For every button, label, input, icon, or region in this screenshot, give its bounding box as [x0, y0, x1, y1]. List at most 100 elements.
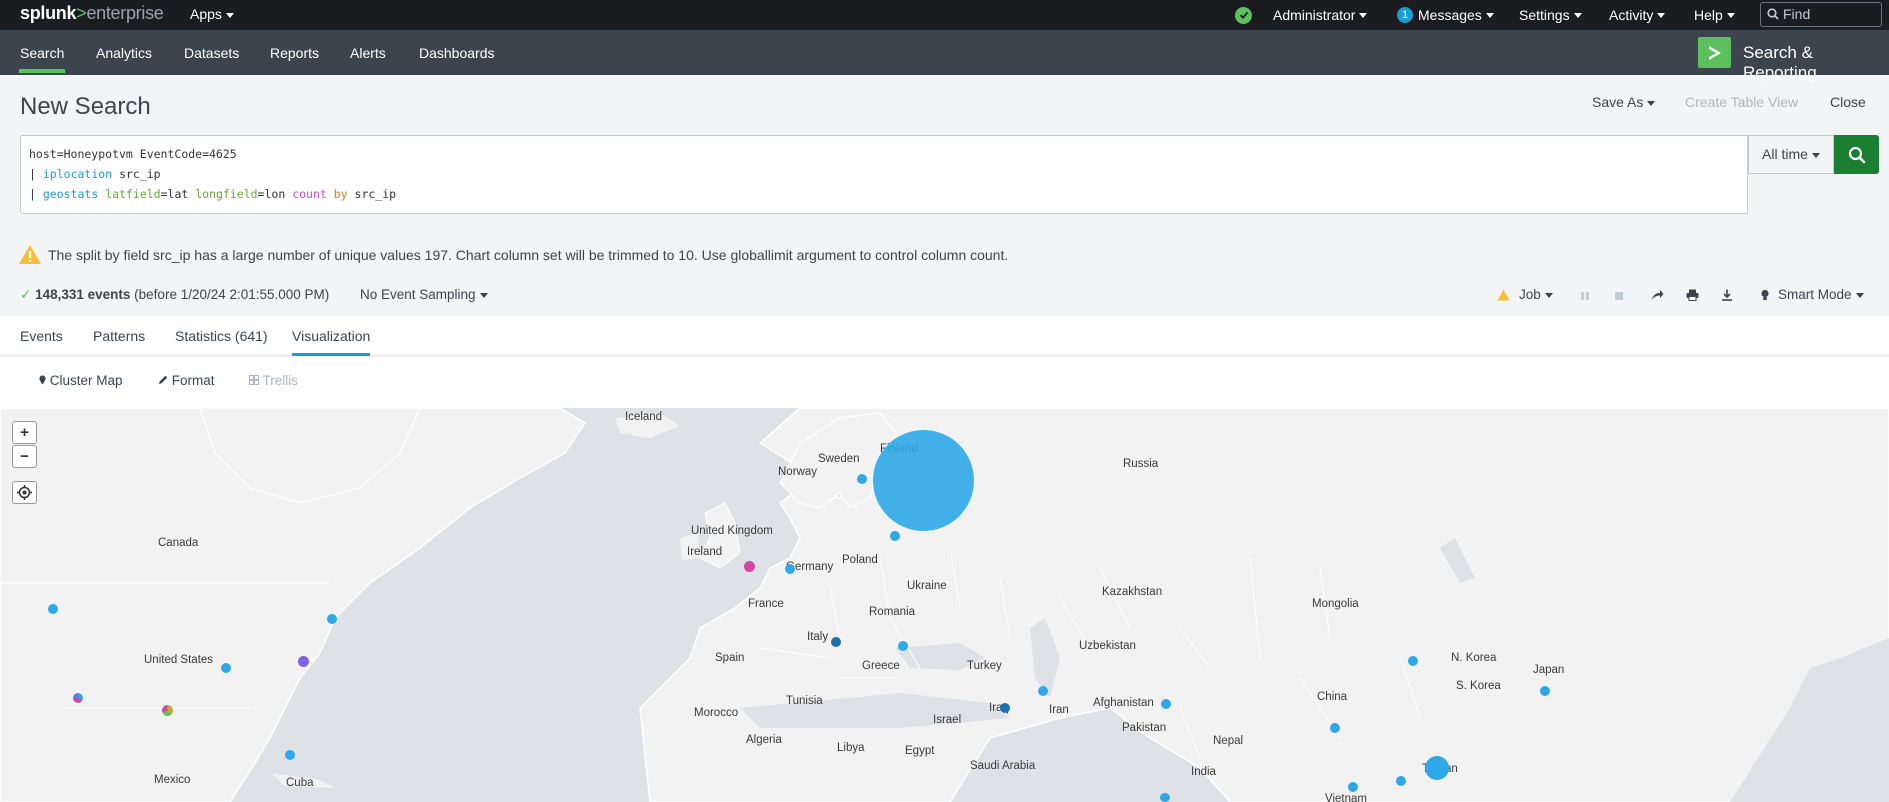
cluster-marker[interactable] [327, 614, 337, 624]
result-tabs: Events Patterns Statistics (641) Visuali… [0, 316, 1889, 356]
cluster-marker[interactable] [785, 564, 795, 574]
mode-bulb-icon [1761, 289, 1769, 300]
help-menu[interactable]: Help [1694, 0, 1735, 30]
cluster-marker[interactable] [1330, 723, 1340, 733]
cluster-marker[interactable] [1408, 656, 1418, 666]
cluster-marker-medium[interactable] [1425, 756, 1449, 780]
print-icon[interactable] [1686, 289, 1699, 301]
cluster-marker[interactable] [221, 663, 231, 673]
query-line-3: | geostats latfield=lat longfield=lon co… [29, 184, 1739, 204]
save-as-button[interactable]: Save As [1592, 94, 1656, 110]
top-bar: splunk>enterprise Apps Administrator 1 Me… [0, 0, 1889, 30]
visualization-type-picker[interactable]: Cluster Map [39, 373, 123, 388]
user-menu[interactable]: Administrator [1273, 0, 1368, 30]
find-input[interactable]: Find [1760, 2, 1882, 27]
cluster-marker-large[interactable] [873, 430, 974, 531]
cluster-marker[interactable] [285, 750, 295, 760]
map-label: Uzbekistan [1079, 640, 1136, 652]
find-placeholder: Find [1783, 6, 1811, 22]
cluster-marker[interactable] [857, 474, 867, 484]
map-label: Mongolia [1312, 598, 1359, 610]
tab-visualization[interactable]: Visualization [292, 328, 371, 356]
cluster-marker[interactable] [1038, 686, 1048, 696]
messages-label: Messages [1418, 7, 1482, 23]
tab-statistics[interactable]: Statistics (641) [175, 328, 268, 344]
nav-reports[interactable]: Reports [270, 45, 319, 61]
search-submit-button[interactable] [1834, 135, 1879, 174]
trellis-button[interactable]: Trellis [249, 373, 298, 388]
nav-analytics[interactable]: Analytics [96, 45, 152, 61]
tab-events[interactable]: Events [20, 328, 63, 344]
tab-patterns[interactable]: Patterns [93, 328, 145, 344]
stop-icon[interactable] [1614, 291, 1624, 301]
cluster-marker[interactable] [1540, 686, 1550, 696]
events-time-bound: (before 1/20/24 2:01:55.000 PM) [134, 287, 330, 302]
map-label: Sweden [818, 453, 860, 465]
search-query-editor[interactable]: host=Honeypotvm EventCode=4625 | iplocat… [20, 135, 1748, 214]
cluster-marker-pie[interactable] [73, 693, 83, 703]
map-label: Ukraine [907, 580, 947, 592]
map-label: United Kingdom [691, 525, 773, 537]
cluster-marker[interactable] [898, 641, 908, 651]
event-sampling-dropdown[interactable]: No Event Sampling [360, 287, 488, 302]
nav-dashboards[interactable]: Dashboards [419, 45, 495, 61]
settings-menu[interactable]: Settings [1519, 0, 1582, 30]
cluster-marker[interactable] [1348, 782, 1358, 792]
query-function: count [292, 187, 327, 201]
map-label: France [748, 598, 784, 610]
chevron-down-icon [1726, 12, 1735, 18]
locate-icon [17, 485, 32, 500]
splunk-logo[interactable]: splunk>enterprise [20, 3, 164, 24]
cluster-marker[interactable] [1000, 703, 1010, 713]
pause-icon[interactable] [1580, 291, 1590, 301]
format-button[interactable]: Format [158, 373, 215, 388]
map-label: Spain [715, 652, 745, 664]
share-icon[interactable] [1651, 289, 1664, 301]
warning-icon [19, 245, 41, 264]
health-status[interactable] [1235, 0, 1252, 30]
query-field: src_ip [354, 187, 397, 201]
map-label: Italy [807, 631, 829, 643]
map-label: Algeria [746, 734, 782, 746]
map-label: Turkey [967, 660, 1002, 672]
visualization-toolbar: Cluster Map Format Trellis [0, 357, 1889, 408]
app-title[interactable]: Search & Reporting [1743, 43, 1889, 83]
query-line-1: host=Honeypotvm EventCode=4625 [29, 144, 1739, 164]
cluster-marker[interactable] [1396, 776, 1406, 786]
cluster-marker[interactable] [48, 604, 58, 614]
cluster-marker[interactable] [1160, 793, 1170, 802]
messages-menu[interactable]: 1 Messages [1397, 0, 1494, 30]
query-value: =lon [257, 187, 286, 201]
map-label: China [1317, 691, 1348, 703]
map-label: Poland [842, 554, 878, 566]
cluster-map[interactable]: Iceland Finland Sweden Norway Russia Can… [0, 408, 1889, 802]
cluster-marker[interactable] [1161, 699, 1171, 709]
app-logo-icon[interactable] [1698, 37, 1731, 68]
close-button[interactable]: Close [1830, 94, 1866, 110]
apps-menu[interactable]: Apps [190, 6, 234, 22]
chevron-down-icon [1359, 12, 1368, 18]
nav-search[interactable]: Search [18, 45, 66, 73]
search-mode-dropdown[interactable]: Smart Mode [1778, 287, 1864, 302]
cluster-marker[interactable] [890, 531, 900, 541]
cluster-marker[interactable] [831, 637, 841, 647]
export-download-icon[interactable] [1721, 289, 1733, 301]
zoom-in-button[interactable]: + [12, 421, 37, 444]
create-table-view-button[interactable]: Create Table View [1685, 94, 1798, 110]
cluster-marker[interactable] [744, 561, 755, 572]
activity-menu[interactable]: Activity [1609, 0, 1666, 30]
job-menu[interactable]: Job [1519, 287, 1553, 302]
nav-datasets[interactable]: Datasets [184, 45, 239, 61]
time-range-picker[interactable]: All time [1748, 135, 1834, 174]
recenter-button[interactable] [12, 481, 37, 504]
cluster-marker-pie[interactable] [162, 705, 173, 716]
cluster-marker[interactable] [298, 656, 309, 667]
chevron-down-icon [1544, 292, 1553, 298]
query-pipe: | [29, 167, 36, 181]
save-as-label: Save As [1592, 94, 1644, 110]
nav-alerts[interactable]: Alerts [350, 45, 386, 61]
activity-label: Activity [1609, 7, 1654, 23]
zoom-out-button[interactable]: − [12, 445, 37, 468]
query-field: src_ip [119, 167, 161, 181]
query-base-search: host=Honeypotvm EventCode=4625 [29, 147, 237, 161]
